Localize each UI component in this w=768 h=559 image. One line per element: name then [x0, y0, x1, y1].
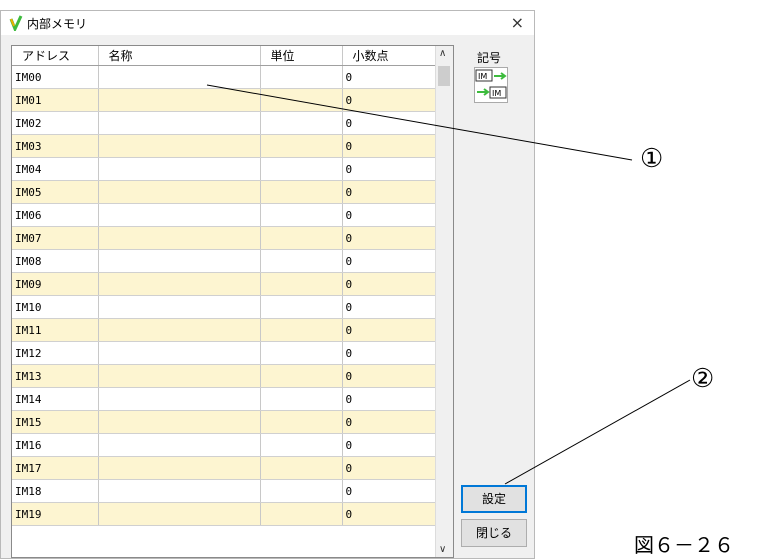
callout-line-2: [504, 379, 691, 485]
callout-lines: [206, 84, 691, 485]
callout-two: ②: [691, 364, 715, 394]
callout-line-1: [206, 84, 633, 161]
figure-caption: 図６－２６: [634, 533, 734, 557]
callout-one: ①: [640, 144, 664, 174]
